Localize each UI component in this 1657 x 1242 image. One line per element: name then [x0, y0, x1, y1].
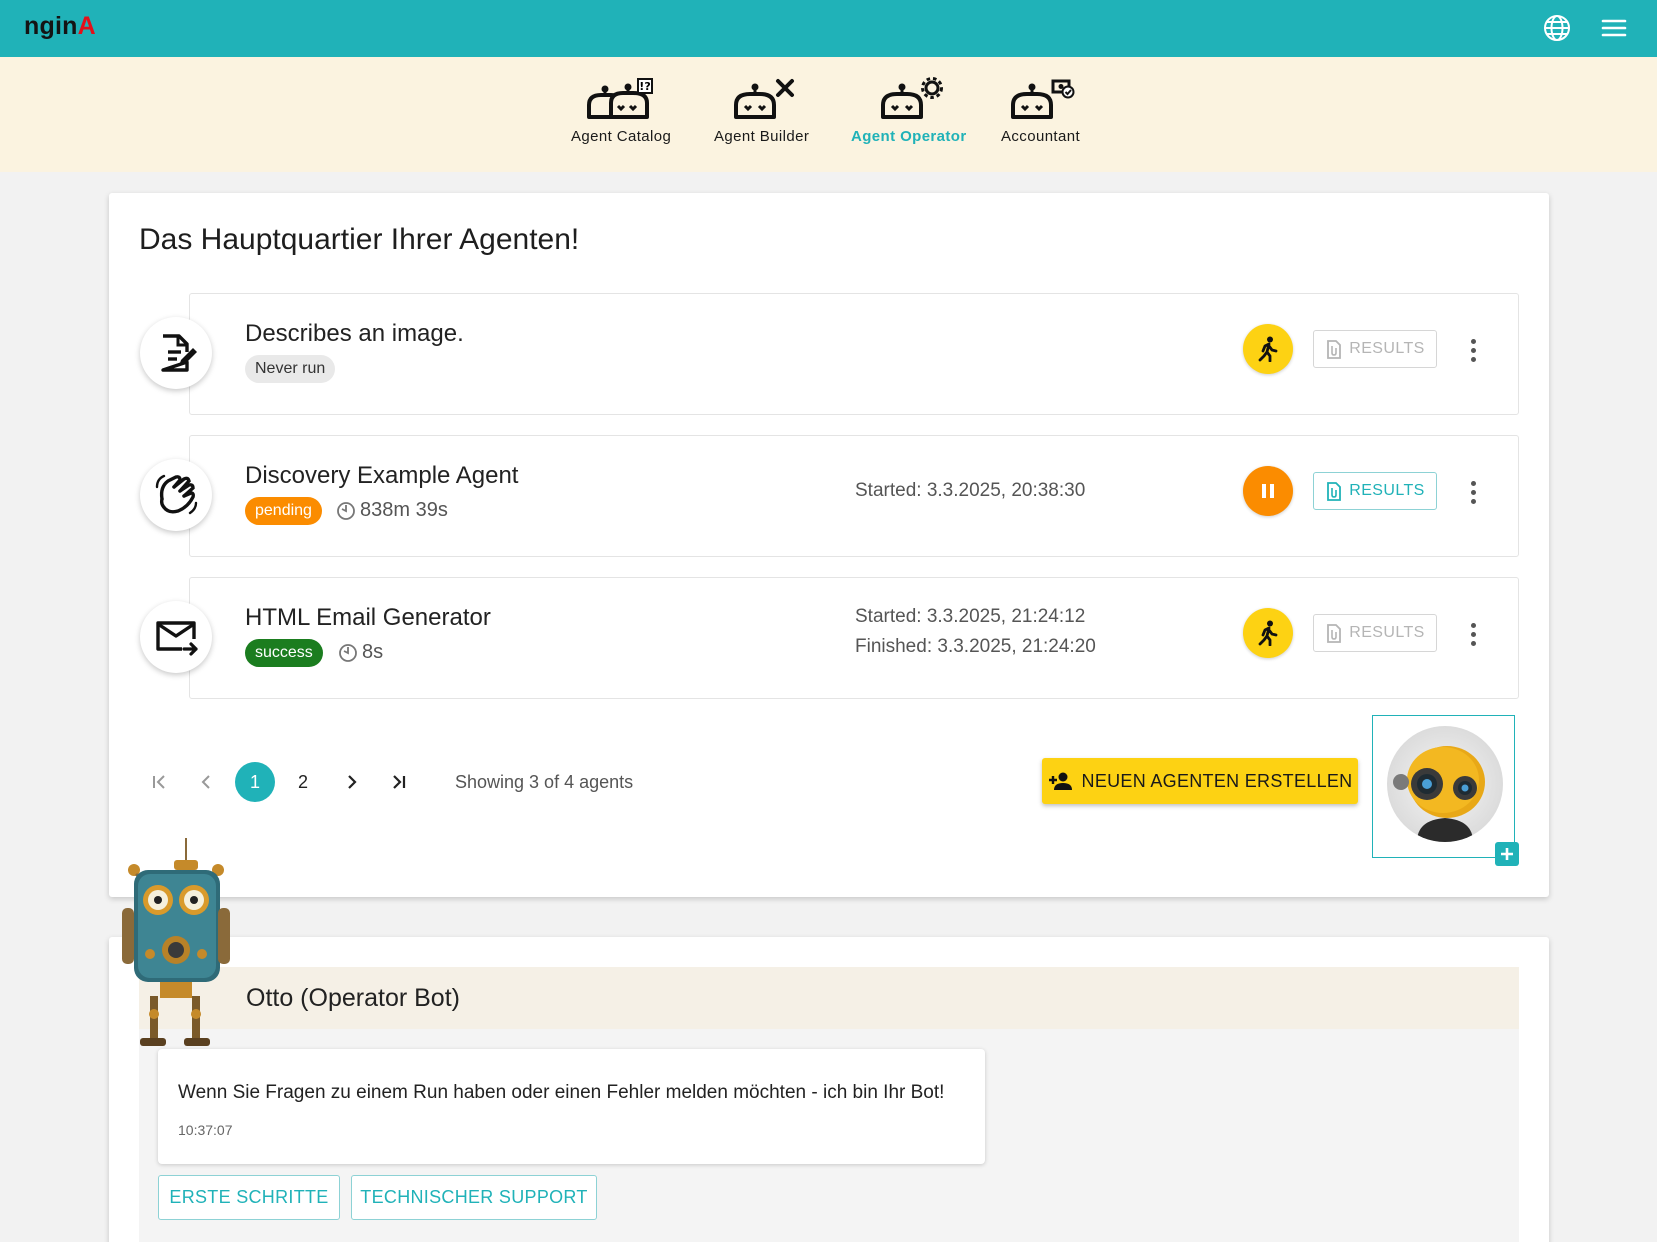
- agent-row[interactable]: HTML Email Generator success 8s Started:…: [140, 577, 1519, 699]
- page-1-button[interactable]: 1: [235, 762, 275, 802]
- robot-accountant-icon: [1010, 79, 1075, 119]
- run-icon: [1258, 620, 1278, 646]
- page-title: Das Hauptquartier Ihrer Agenten!: [139, 223, 580, 256]
- create-agent-label: NEUEN AGENTEN ERSTELLEN: [1081, 770, 1353, 791]
- svg-text:!?: !?: [639, 80, 650, 93]
- robot-builder-icon: [733, 79, 794, 119]
- nav-label-agent-operator: Agent Operator: [851, 128, 967, 145]
- create-agent-button[interactable]: NEUEN AGENTEN ERSTELLEN: [1042, 758, 1358, 804]
- timer-icon: [339, 643, 357, 662]
- nav-label-agent-builder: Agent Builder: [714, 128, 810, 145]
- top-app-bar: nginA: [0, 0, 1657, 57]
- finished-time: Finished: 3.3.2025, 21:24:20: [855, 636, 1096, 657]
- run-duration: 8s: [338, 641, 383, 664]
- duration-text: 8s: [362, 641, 384, 663]
- logo-main-text: ngin: [24, 12, 78, 40]
- results-button[interactable]: RESULTS: [1313, 614, 1437, 652]
- nav-agent-operator[interactable]: Agent Operator: [851, 75, 967, 145]
- agent-avatar: [140, 459, 212, 531]
- hand-wave-icon: [155, 474, 198, 515]
- nav-agent-catalog[interactable]: !? Agent Catalog: [571, 75, 671, 145]
- results-button[interactable]: RESULTS: [1313, 472, 1437, 510]
- agent-name: HTML Email Generator: [245, 604, 491, 631]
- results-label: RESULTS: [1349, 482, 1425, 499]
- email-forward-icon: [156, 621, 198, 656]
- agent-row[interactable]: Describes an image. Never run RESULTS: [140, 293, 1519, 415]
- nav-label-accountant: Accountant: [1001, 128, 1081, 145]
- pagination-info: Showing 3 of 4 agents: [455, 771, 634, 792]
- chip-erste-schritte[interactable]: ERSTE SCHRITTE: [158, 1175, 340, 1220]
- agent-name: Discovery Example Agent: [245, 462, 519, 489]
- logo-accent-text: A: [77, 12, 96, 40]
- chat-title: Otto (Operator Bot): [246, 984, 460, 1012]
- results-button[interactable]: RESULTS: [1313, 330, 1437, 368]
- agent-avatar: [140, 317, 212, 389]
- clipboard-icon: [1327, 624, 1342, 643]
- run-duration: 838m 39s: [336, 499, 448, 522]
- nav-agent-builder[interactable]: Agent Builder: [714, 75, 809, 145]
- robot-catalog-icon: !?: [587, 78, 654, 119]
- first-page-icon: [153, 775, 165, 789]
- last-page-button[interactable]: [379, 762, 419, 802]
- operator-bot-mascot: [120, 838, 230, 1048]
- started-time: Started: 3.3.2025, 21:24:12: [855, 606, 1086, 627]
- pagination: 1 2 Showing 3 of 4 agents: [139, 761, 633, 803]
- agents-card: Das Hauptquartier Ihrer Agenten! Describ…: [109, 193, 1549, 897]
- page-2-button[interactable]: 2: [283, 762, 323, 802]
- nav-accountant[interactable]: Accountant: [1001, 75, 1080, 145]
- next-page-button[interactable]: [331, 762, 371, 802]
- previous-page-button[interactable]: [187, 762, 227, 802]
- agent-nav: !? Agent Catalog Agent Builder Agent Ope…: [0, 57, 1657, 172]
- results-label: RESULTS: [1349, 624, 1425, 641]
- last-page-icon: [393, 775, 406, 789]
- chevron-left-icon: [201, 775, 210, 789]
- clipboard-icon: [1327, 340, 1342, 359]
- operator-avatar-frame[interactable]: [1372, 715, 1515, 858]
- chip-technischer-support[interactable]: TECHNISCHER SUPPORT: [351, 1175, 597, 1220]
- plus-icon: [1501, 848, 1513, 860]
- agent-row[interactable]: Discovery Example Agent pending 838m 39s…: [140, 435, 1519, 557]
- chat-message-time: 10:37:07: [178, 1122, 233, 1138]
- agent-avatar: [140, 601, 212, 673]
- chat-panel: Otto (Operator Bot) Wenn Sie Fragen zu e…: [109, 937, 1549, 1242]
- document-edit-icon: [161, 334, 197, 372]
- run-icon: [1258, 336, 1278, 362]
- more-options-button[interactable]: [1458, 475, 1488, 509]
- globe-icon[interactable]: [1541, 12, 1573, 44]
- add-person-icon: [1048, 772, 1072, 790]
- status-badge: Never run: [245, 355, 336, 383]
- chat-message: Wenn Sie Fragen zu einem Run haben oder …: [158, 1049, 985, 1164]
- app-logo[interactable]: nginA: [24, 12, 96, 41]
- operator-avatar-image: [1387, 726, 1503, 842]
- agent-name: Describes an image.: [245, 320, 464, 347]
- menu-icon[interactable]: [1598, 12, 1630, 44]
- pause-icon: [1262, 484, 1274, 498]
- run-button[interactable]: [1243, 608, 1293, 658]
- chat-messages: Wenn Sie Fragen zu einem Run haben oder …: [139, 1029, 1519, 1242]
- add-avatar-button[interactable]: [1495, 842, 1519, 866]
- more-options-button[interactable]: [1458, 617, 1488, 651]
- robot-operator-icon: [880, 77, 943, 119]
- run-button[interactable]: [1243, 324, 1293, 374]
- pause-button[interactable]: [1243, 466, 1293, 516]
- nav-label-agent-catalog: Agent Catalog: [571, 128, 672, 145]
- status-badge: pending: [245, 497, 322, 525]
- timer-icon: [337, 501, 355, 520]
- duration-text: 838m 39s: [360, 499, 448, 521]
- results-label: RESULTS: [1349, 340, 1425, 357]
- started-time: Started: 3.3.2025, 20:38:30: [855, 480, 1086, 501]
- chevron-right-icon: [348, 775, 357, 789]
- first-page-button[interactable]: [139, 762, 179, 802]
- status-badge: success: [245, 639, 323, 667]
- clipboard-icon: [1327, 482, 1342, 501]
- chat-header: Otto (Operator Bot): [139, 967, 1519, 1029]
- more-options-button[interactable]: [1458, 333, 1488, 367]
- chat-message-text: Wenn Sie Fragen zu einem Run haben oder …: [178, 1082, 945, 1103]
